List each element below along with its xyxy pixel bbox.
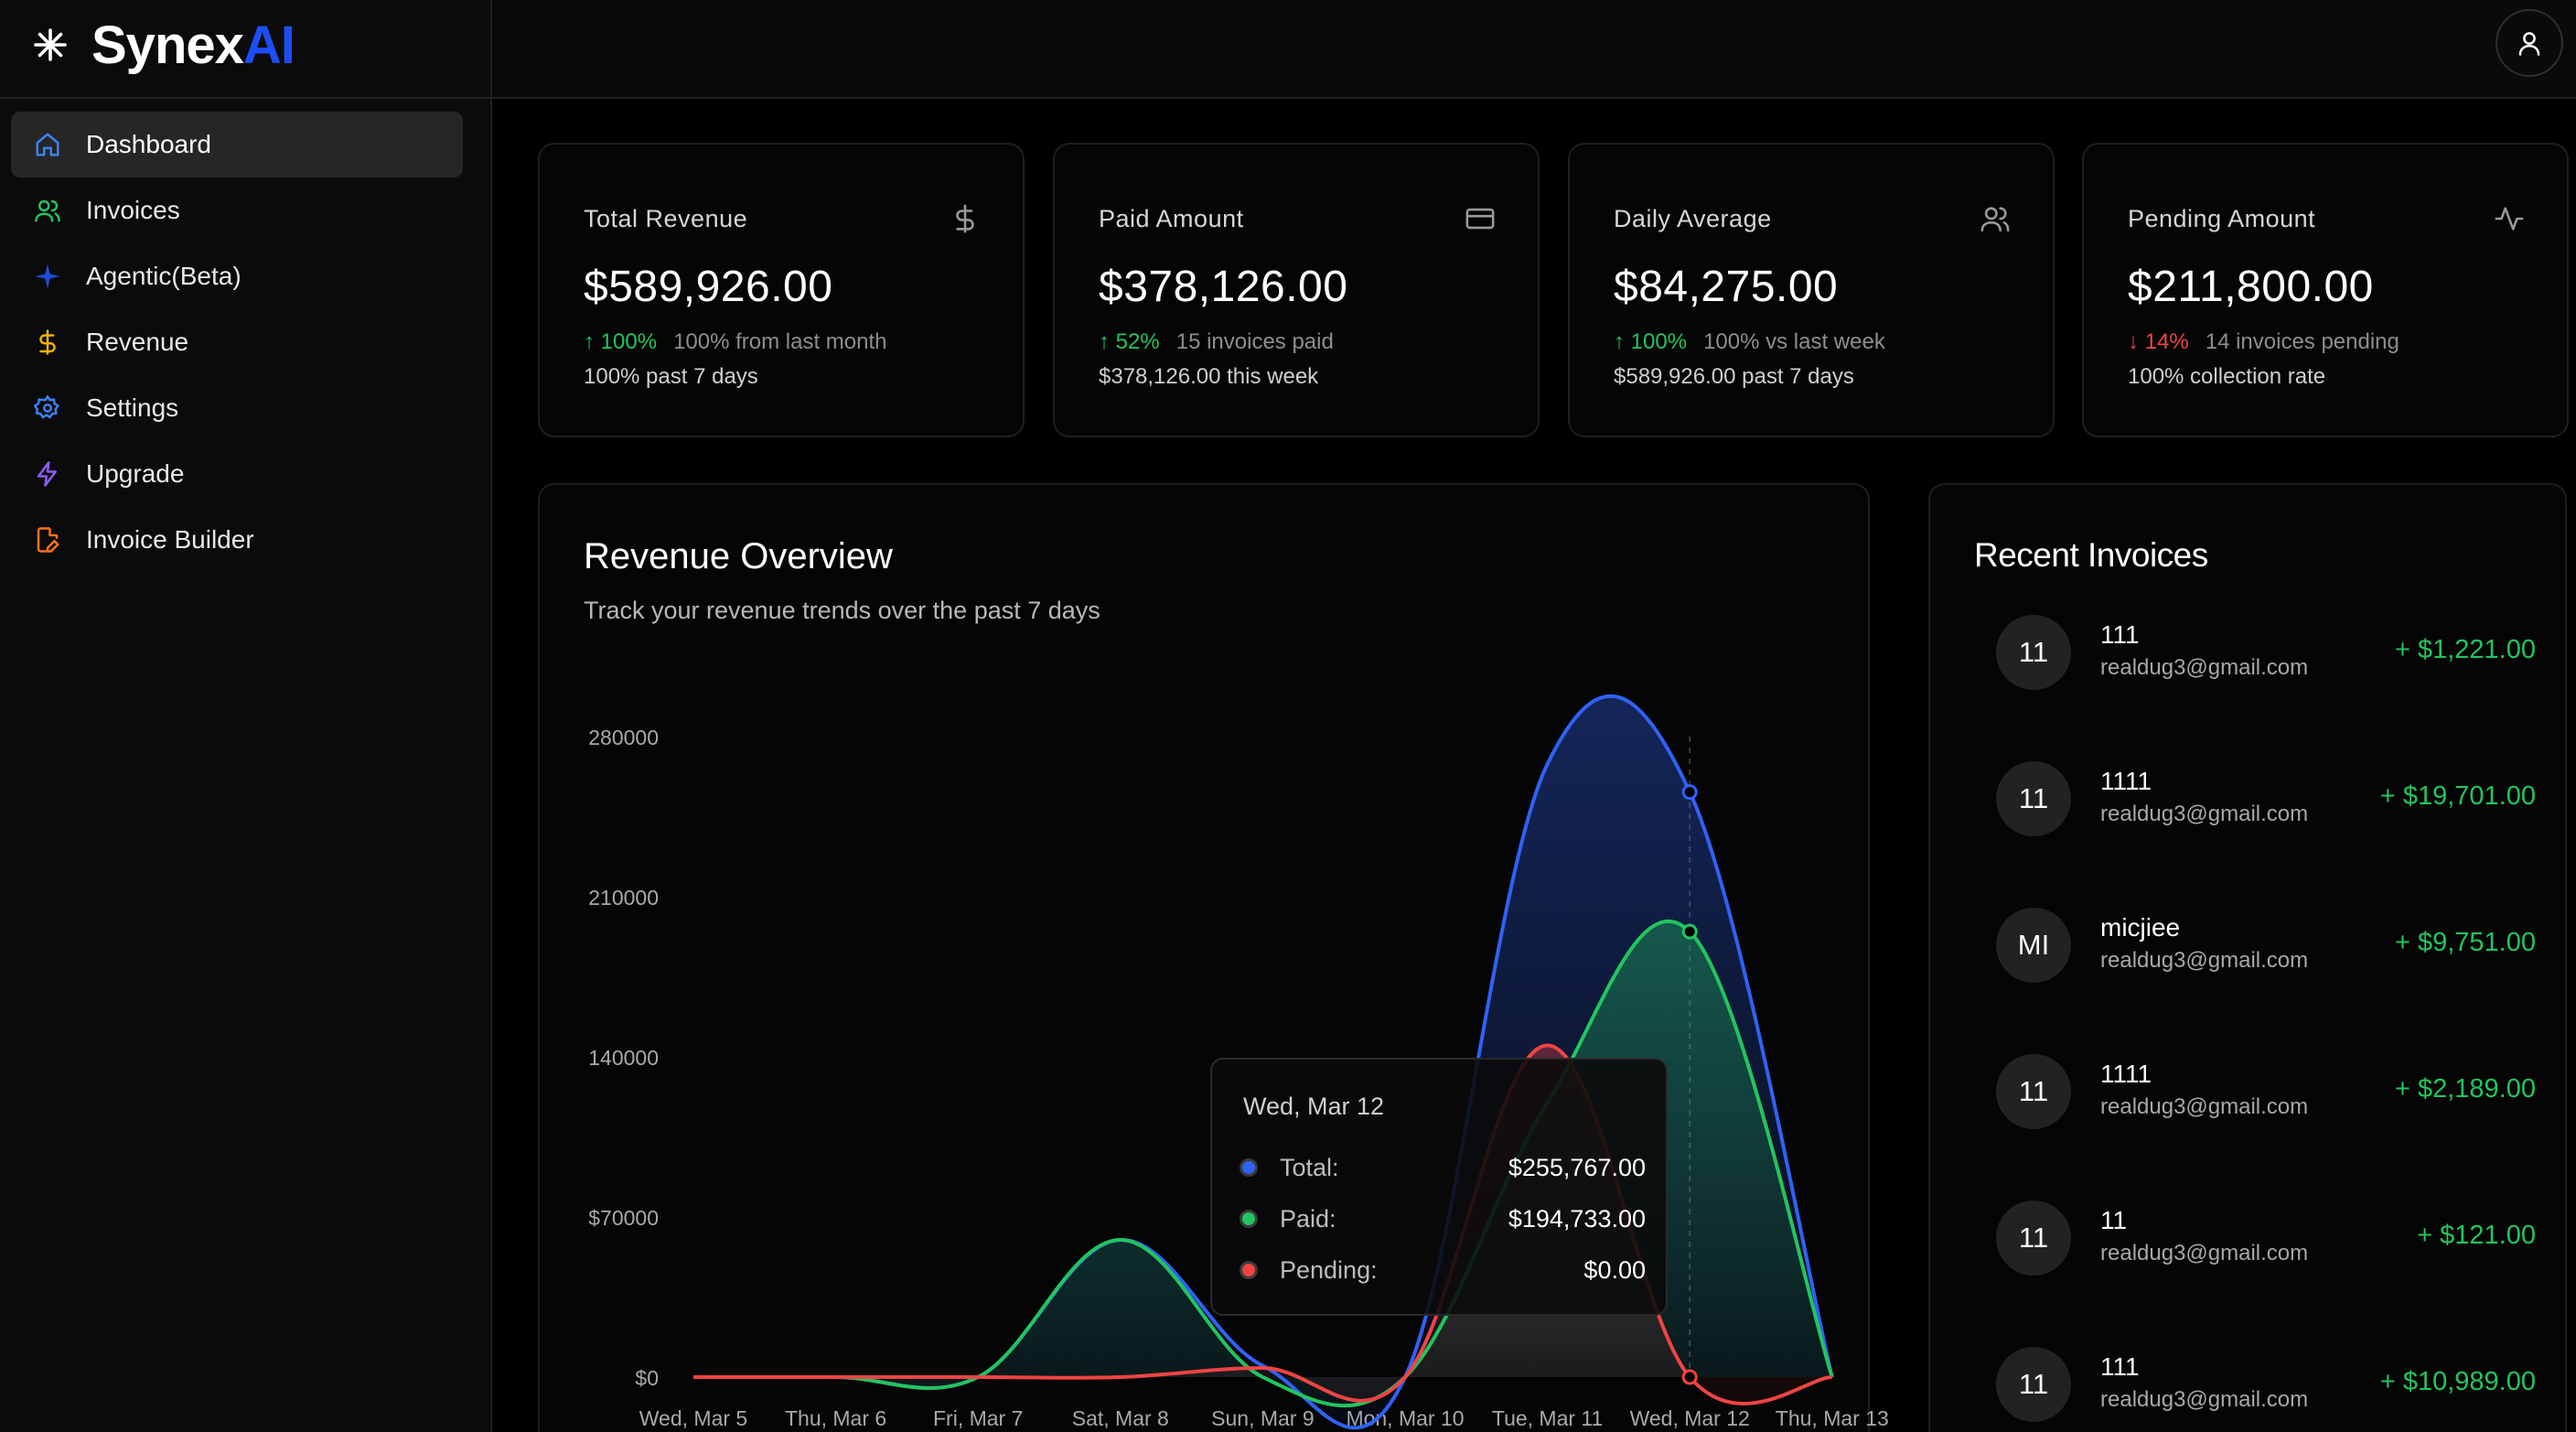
invoice-client-name: 1111 — [2100, 1060, 2152, 1088]
invoice-amount: + $2,189.00 — [2394, 1074, 2536, 1104]
legend-dot — [1240, 1158, 1258, 1177]
x-tick-label: Tue, Mar 11 — [1492, 1406, 1603, 1430]
active-point-pending — [1681, 1369, 1698, 1385]
avatar: 11 — [1996, 615, 2071, 690]
avatar: 11 — [1996, 1054, 2071, 1129]
invoice-client-name: micjiee — [2100, 913, 2181, 942]
invoice-amount: + $9,751.00 — [2394, 928, 2536, 957]
invoice-client-name: 11 — [2100, 1206, 2128, 1234]
invoice-client-name: 1111 — [2100, 767, 2152, 795]
tooltip-value: $0.00 — [1583, 1255, 1646, 1284]
invoice-amount: + $10,989.00 — [2379, 1367, 2536, 1396]
x-tick-label: Sat, Mar 8 — [1072, 1406, 1169, 1430]
invoice-amount: + $1,221.00 — [2394, 635, 2536, 664]
x-tick-label: Thu, Mar 13 — [1776, 1406, 1889, 1430]
invoice-list-item[interactable]: 11 1111 realdug3@gmail.com + $19,701.00 — [1996, 761, 2536, 838]
tooltip-row-pending: Pending: $0.00 — [1240, 1252, 1646, 1288]
x-tick-label: Thu, Mar 6 — [785, 1406, 886, 1430]
invoice-client-email: realdug3@gmail.com — [2100, 655, 2309, 680]
legend-dot — [1240, 1210, 1258, 1228]
avatar: 11 — [1996, 1201, 2071, 1276]
tooltip-label: Paid: — [1280, 1204, 1336, 1233]
invoice-list-item[interactable]: 11 111 realdug3@gmail.com + $1,221.00 — [1996, 615, 2536, 692]
invoice-client-name: 111 — [2100, 1352, 2140, 1381]
invoice-client-email: realdug3@gmail.com — [2100, 1387, 2309, 1412]
invoice-list-item[interactable]: 11 111 realdug3@gmail.com + $10,989.00 — [1996, 1347, 2536, 1424]
active-point-paid — [1681, 923, 1698, 940]
invoice-list-item[interactable]: 11 11 realdug3@gmail.com + $121.00 — [1996, 1201, 2536, 1277]
invoice-list-item[interactable]: MI micjiee realdug3@gmail.com + $9,751.0… — [1996, 908, 2536, 985]
x-tick-label: Wed, Mar 12 — [1630, 1406, 1750, 1430]
tooltip-label: Total: — [1280, 1153, 1339, 1181]
tooltip-value: $194,733.00 — [1508, 1204, 1646, 1233]
tooltip-row-total: Total: $255,767.00 — [1240, 1149, 1646, 1186]
active-point-total — [1681, 784, 1698, 801]
invoice-amount: + $121.00 — [2417, 1221, 2536, 1250]
legend-dot — [1240, 1261, 1258, 1279]
y-tick-label: 140000 — [588, 1046, 659, 1070]
invoice-amount: + $19,701.00 — [2379, 781, 2536, 811]
y-tick-label: $0 — [635, 1366, 659, 1390]
invoice-client-email: realdug3@gmail.com — [2100, 802, 2309, 826]
y-tick-label: $70000 — [588, 1206, 659, 1230]
avatar: 11 — [1996, 761, 2071, 836]
recent-invoices-card: Recent Invoices 11 111 realdug3@gmail.co… — [1928, 483, 2567, 1432]
y-tick-label: 280000 — [588, 726, 659, 749]
invoice-client-email: realdug3@gmail.com — [2100, 948, 2309, 973]
chart-tooltip: Wed, Mar 12 Total: $255,767.00 Paid: $19… — [1210, 1058, 1668, 1316]
invoice-client-email: realdug3@gmail.com — [2100, 1094, 2309, 1119]
x-tick-label: Sun, Mar 9 — [1211, 1406, 1315, 1430]
invoice-list-item[interactable]: 11 1111 realdug3@gmail.com + $2,189.00 — [1996, 1054, 2536, 1131]
invoice-client-name: 111 — [2100, 620, 2140, 649]
invoice-client-email: realdug3@gmail.com — [2100, 1241, 2309, 1265]
tooltip-date: Wed, Mar 12 — [1243, 1093, 1385, 1120]
tooltip-label: Pending: — [1280, 1255, 1378, 1284]
x-tick-label: Fri, Mar 7 — [933, 1406, 1023, 1430]
tooltip-value: $255,767.00 — [1508, 1153, 1646, 1181]
avatar: MI — [1996, 908, 2071, 983]
recent-invoices-title: Recent Invoices — [1974, 536, 2208, 574]
avatar: 11 — [1996, 1347, 2071, 1422]
tooltip-row-paid: Paid: $194,733.00 — [1240, 1201, 1646, 1237]
y-tick-label: 210000 — [588, 886, 659, 910]
x-tick-label: Wed, Mar 5 — [639, 1406, 747, 1430]
